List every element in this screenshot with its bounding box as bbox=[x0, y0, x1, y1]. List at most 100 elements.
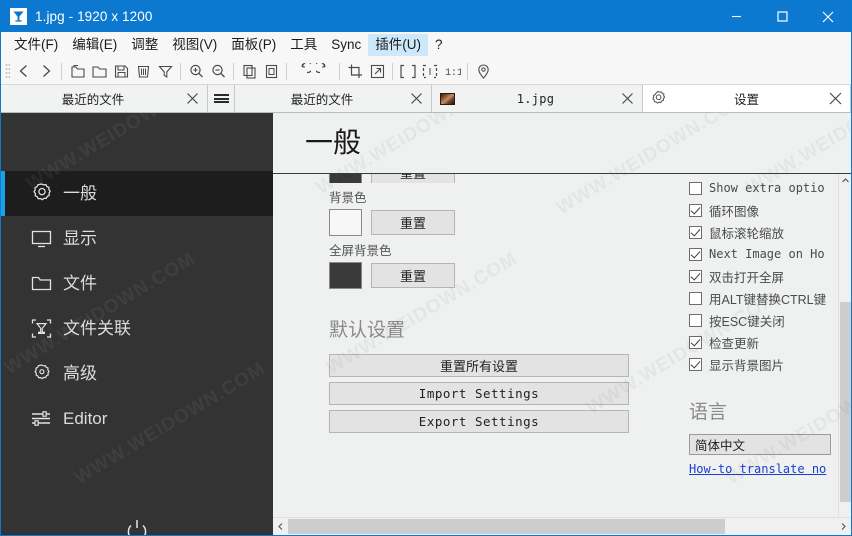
image-thumbnail bbox=[440, 92, 455, 105]
rotate-left-icon[interactable] bbox=[291, 60, 313, 82]
close-icon[interactable] bbox=[824, 87, 846, 109]
checkbox-row-mouse-wheel-zoom[interactable]: 鼠标滚轮缩放 bbox=[689, 221, 838, 243]
crop-icon[interactable] bbox=[344, 60, 366, 82]
fit-selection-icon[interactable] bbox=[419, 60, 441, 82]
close-icon[interactable] bbox=[616, 88, 638, 110]
background-color-reset-button[interactable]: 重置 bbox=[371, 210, 455, 235]
save-icon[interactable] bbox=[110, 60, 132, 82]
close-icon[interactable] bbox=[181, 88, 203, 110]
reset-button-clipped[interactable]: 重置 bbox=[371, 174, 455, 183]
close-icon[interactable] bbox=[405, 88, 427, 110]
chevron-up-icon[interactable] bbox=[839, 174, 851, 187]
horizontal-scrollbar-thumb[interactable] bbox=[288, 519, 725, 534]
tab-recent-files-1[interactable]: 最近的文件 bbox=[1, 85, 208, 112]
language-select[interactable]: 简体中文 bbox=[689, 434, 831, 455]
tab-menu-icon[interactable] bbox=[208, 85, 235, 112]
checkbox-check-updates[interactable] bbox=[689, 335, 702, 349]
checkbox-esc-closes[interactable] bbox=[689, 313, 702, 327]
menu-item-sync[interactable]: Sync bbox=[324, 34, 368, 57]
sidebar-item-display[interactable]: 显示 bbox=[1, 216, 273, 261]
window-title: 1.jpg - 1920 x 1200 bbox=[35, 9, 153, 24]
zoom-out-icon[interactable] bbox=[207, 60, 229, 82]
menu-item-tools[interactable]: 工具 bbox=[283, 34, 324, 57]
horizontal-scrollbar-track[interactable] bbox=[288, 518, 836, 535]
tab-settings[interactable]: 设置 bbox=[643, 85, 851, 112]
settings-scroll-region: 重置 背景色 重置 全屏背景色 重置 默认设置 重 bbox=[273, 174, 838, 535]
menu-item-plugins[interactable]: 插件(U) bbox=[368, 33, 429, 57]
minimize-button[interactable] bbox=[713, 1, 759, 32]
fullscreen-background-color-swatch[interactable] bbox=[329, 262, 362, 289]
import-settings-button[interactable]: Import Settings bbox=[329, 382, 629, 405]
back-icon[interactable] bbox=[13, 60, 35, 82]
menu-item-view[interactable]: 视图(V) bbox=[165, 34, 224, 57]
checkbox-row-next-image-on-hover[interactable]: Next Image on Ho bbox=[689, 243, 838, 265]
content-header: 一般 bbox=[273, 113, 851, 174]
zoom-in-icon[interactable] bbox=[185, 60, 207, 82]
toolbar: 1:1 bbox=[1, 58, 851, 85]
chevron-right-icon[interactable] bbox=[836, 518, 851, 535]
horizontal-scrollbar[interactable] bbox=[273, 517, 851, 535]
sidebar-item-file[interactable]: 文件 bbox=[1, 261, 273, 306]
checkbox-double-click-fullscreen[interactable] bbox=[689, 269, 702, 283]
sidebar-item-advanced[interactable]: 高级 bbox=[1, 351, 273, 396]
copy-icon[interactable] bbox=[238, 60, 260, 82]
open-folder-icon[interactable] bbox=[88, 60, 110, 82]
checkbox-row-double-click-fullscreen[interactable]: 双击打开全屏 bbox=[689, 265, 838, 287]
menu-item-panel[interactable]: 面板(P) bbox=[224, 34, 283, 57]
checkbox-label: 循环图像 bbox=[709, 204, 760, 219]
checkbox-label: 用ALT键替换CTRL键 bbox=[709, 292, 827, 307]
power-icon[interactable] bbox=[1, 501, 273, 535]
close-button[interactable] bbox=[805, 1, 851, 32]
checkbox-mouse-wheel-zoom[interactable] bbox=[689, 225, 702, 239]
checkbox-alt-replaces-ctrl[interactable] bbox=[689, 291, 702, 305]
checkbox-row-show-background-image[interactable]: 显示背景图片 bbox=[689, 353, 838, 375]
sidebar-item-general[interactable]: 一般 bbox=[1, 171, 273, 216]
menu-item-edit[interactable]: 编辑(E) bbox=[65, 34, 124, 57]
toolbar-separator bbox=[286, 62, 287, 80]
paste-icon[interactable] bbox=[260, 60, 282, 82]
toolbar-grip[interactable] bbox=[5, 62, 10, 80]
tab-label: 最近的文件 bbox=[61, 93, 125, 107]
rotate-right-icon[interactable] bbox=[313, 60, 335, 82]
resize-icon[interactable] bbox=[366, 60, 388, 82]
checkbox-row-check-updates[interactable]: 检查更新 bbox=[689, 331, 838, 353]
export-settings-button[interactable]: Export Settings bbox=[329, 410, 629, 433]
background-color-swatch[interactable] bbox=[329, 209, 362, 236]
checkbox-loop-images[interactable] bbox=[689, 203, 702, 217]
fit-window-icon[interactable] bbox=[397, 60, 419, 82]
checkbox-show-extra-options[interactable] bbox=[689, 181, 702, 195]
maximize-button[interactable] bbox=[759, 1, 805, 32]
tab-recent-files-2[interactable]: 最近的文件 bbox=[235, 85, 432, 112]
vertical-scrollbar-thumb[interactable] bbox=[840, 302, 851, 502]
language-select-value: 简体中文 bbox=[695, 439, 746, 453]
chevron-left-icon[interactable] bbox=[273, 518, 288, 535]
menu-item-adjust[interactable]: 调整 bbox=[124, 34, 165, 57]
location-pin-icon[interactable] bbox=[472, 60, 494, 82]
fullscreen-background-color-reset-button[interactable]: 重置 bbox=[371, 263, 455, 288]
checkbox-next-image-on-hover[interactable] bbox=[689, 247, 702, 261]
toolbar-separator bbox=[180, 62, 181, 80]
page-title: 一般 bbox=[305, 126, 362, 159]
filter-icon[interactable] bbox=[154, 60, 176, 82]
actual-size-icon[interactable]: 1:1 bbox=[441, 60, 463, 82]
color-swatch-clipped[interactable] bbox=[329, 174, 362, 183]
checkbox-row-alt-replaces-ctrl[interactable]: 用ALT键替换CTRL键 bbox=[689, 287, 838, 309]
sidebar-item-file-association[interactable]: 文件关联 bbox=[1, 306, 273, 351]
checkbox-label: 按ESC键关闭 bbox=[709, 314, 785, 329]
translate-link[interactable]: How-to translate no bbox=[689, 462, 838, 476]
tab-image-1jpg[interactable]: 1.jpg bbox=[432, 85, 643, 112]
language-section-title: 语言 bbox=[689, 401, 728, 423]
checkbox-row-esc-closes[interactable]: 按ESC键关闭 bbox=[689, 309, 838, 331]
menu-item-file[interactable]: 文件(F) bbox=[7, 34, 65, 57]
delete-icon[interactable] bbox=[132, 60, 154, 82]
menu-item-help[interactable]: ? bbox=[428, 34, 450, 57]
sidebar-item-editor[interactable]: Editor bbox=[1, 396, 273, 441]
sidebar-item-label: 文件 bbox=[63, 274, 97, 293]
reset-all-settings-button[interactable]: 重置所有设置 bbox=[329, 354, 629, 377]
checkbox-row-show-extra-options[interactable]: Show extra optio bbox=[689, 177, 838, 199]
forward-icon[interactable] bbox=[35, 60, 57, 82]
checkbox-row-loop-images[interactable]: 循环图像 bbox=[689, 199, 838, 221]
vertical-scrollbar[interactable] bbox=[838, 174, 851, 535]
new-folder-icon[interactable] bbox=[66, 60, 88, 82]
checkbox-show-background-image[interactable] bbox=[689, 357, 702, 371]
